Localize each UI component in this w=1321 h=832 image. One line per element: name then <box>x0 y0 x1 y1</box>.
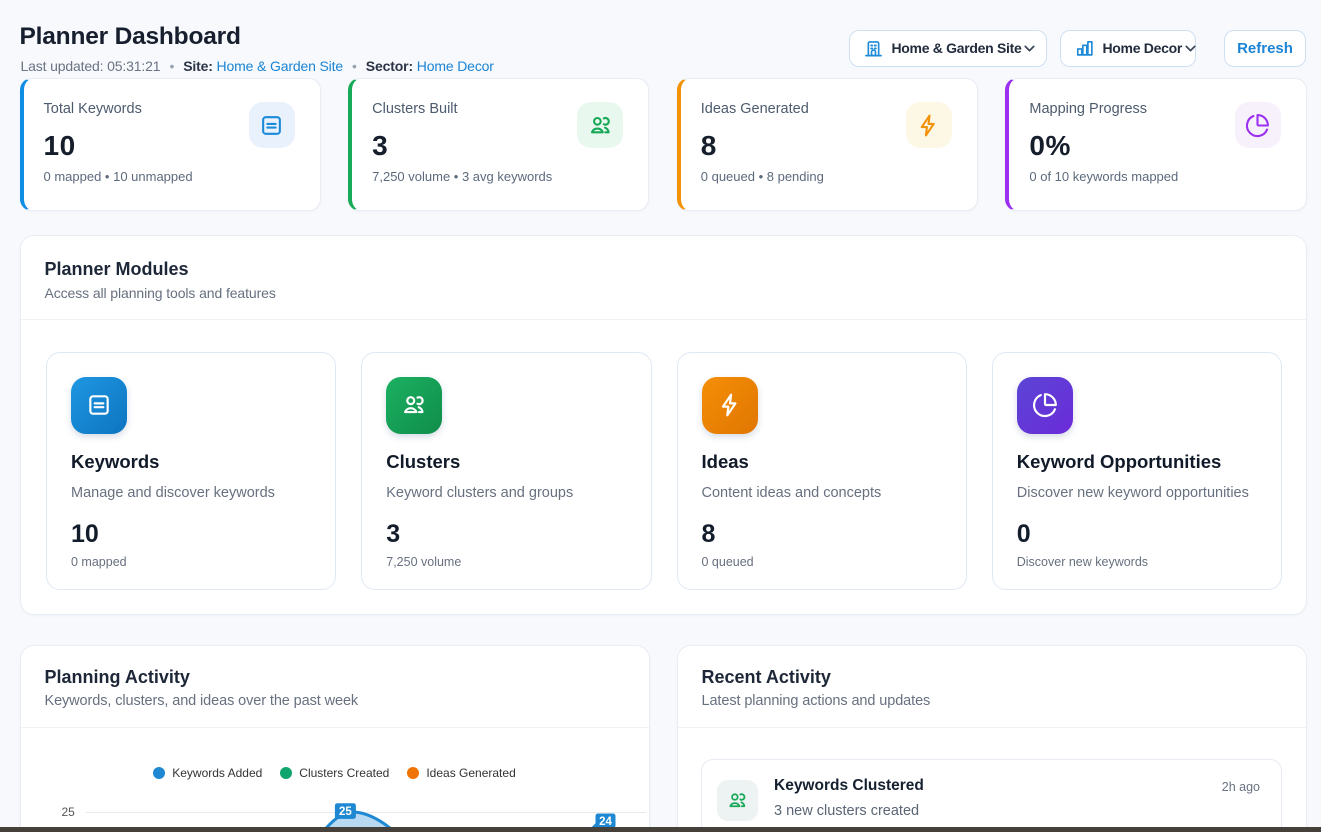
svg-text:25: 25 <box>339 806 352 818</box>
svg-text:24: 24 <box>599 816 612 828</box>
